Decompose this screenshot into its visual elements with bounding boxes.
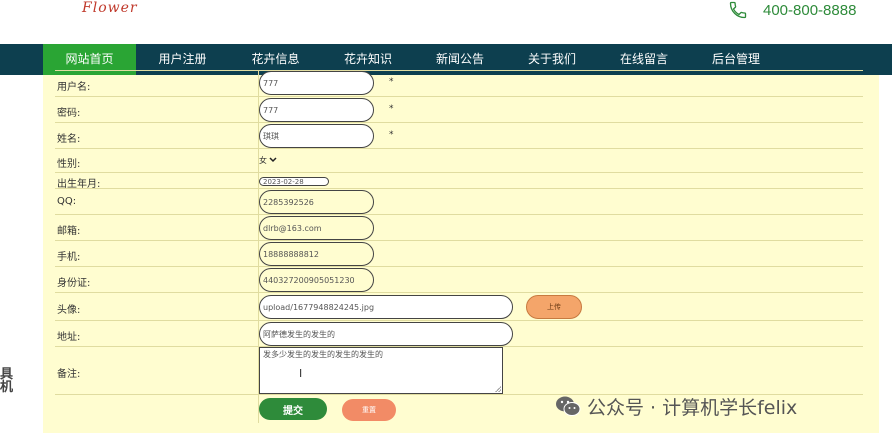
qq-label: QQ: <box>57 196 77 207</box>
watermark: 公众号 · 计算机学长felix <box>555 393 797 419</box>
form-row-qq: QQ: 2285392526 <box>55 188 863 215</box>
gender-value: 女 <box>259 155 267 165</box>
form-row-username: 用户名: 777 * <box>55 70 863 97</box>
form-row-name: 姓名: 琪琪 * <box>55 122 863 149</box>
password-input[interactable]: 777 <box>259 98 374 122</box>
email-input[interactable]: dlrb@163.com <box>259 216 374 240</box>
form-row-avatar: 头像: upload/1677948824245.jpg 上传 <box>55 292 863 321</box>
text-cursor-icon: I <box>299 367 303 380</box>
side-partial-text: 具 机 <box>0 367 14 395</box>
gender-select[interactable]: 女 <box>259 153 285 167</box>
label-cell: 用户名: <box>55 71 259 97</box>
label-cell: 姓名: <box>55 123 259 149</box>
gender-label: 性别: <box>57 159 81 170</box>
birthday-input[interactable]: 2023-02-28 <box>259 177 329 186</box>
username-input[interactable]: 777 <box>259 71 374 95</box>
email-label: 邮箱: <box>57 226 81 237</box>
form-row-remark: 备注: 发多少发生的发生的发生的发生的 I <box>55 346 863 395</box>
label-cell: 邮箱: <box>55 215 259 241</box>
username-label: 用户名: <box>57 82 91 93</box>
label-cell: QQ: <box>55 189 259 215</box>
phone-number: 400-800-8888 <box>763 1 857 19</box>
remark-textarea[interactable]: 发多少发生的发生的发生的发生的 <box>259 347 503 394</box>
address-input[interactable]: 阿萨德发生的发生的 <box>259 322 513 346</box>
mobile-input[interactable]: 18888888812 <box>259 242 374 266</box>
remark-text: 发多少发生的发生的发生的发生的 <box>263 350 383 359</box>
resize-handle-icon[interactable] <box>495 386 501 392</box>
label-cell: 密码: <box>55 97 259 123</box>
mobile-label: 手机: <box>57 252 81 263</box>
label-cell: 备注: <box>55 347 259 395</box>
phone-contact: 400-800-8888 <box>727 0 856 20</box>
label-cell: 头像: <box>55 293 259 321</box>
submit-button[interactable]: 提交 <box>259 398 327 420</box>
name-input[interactable]: 琪琪 <box>259 124 374 148</box>
remark-label: 备注: <box>57 369 81 380</box>
form-row-mobile: 手机: 18888888812 <box>55 240 863 267</box>
site-logo[interactable]: Flower <box>82 0 138 16</box>
label-cell <box>55 395 259 423</box>
form-row-gender: 性别: 女 <box>55 148 863 173</box>
form-row-email: 邮箱: dlrb@163.com <box>55 214 863 241</box>
form-row-idcard: 身份证: 440327200905051230 <box>55 266 863 293</box>
label-cell: 性别: <box>55 149 259 173</box>
label-cell: 地址: <box>55 321 259 347</box>
qq-input[interactable]: 2285392526 <box>259 190 374 214</box>
form-row-address: 地址: 阿萨德发生的发生的 <box>55 320 863 347</box>
reset-button[interactable]: 重置 <box>342 399 396 421</box>
avatar-label: 头像: <box>57 305 81 316</box>
avatar-path-input[interactable]: upload/1677948824245.jpg <box>259 295 513 319</box>
password-label: 密码: <box>57 108 81 119</box>
chevron-down-icon <box>269 157 277 163</box>
phone-icon <box>729 1 747 19</box>
label-cell: 出生年月: <box>55 173 259 190</box>
name-label: 姓名: <box>57 134 81 145</box>
idcard-label: 身份证: <box>57 278 91 289</box>
wechat-icon <box>556 396 581 416</box>
form-row-birthday: 出生年月: 2023-02-28 <box>55 172 863 190</box>
form-row-password: 密码: 777 * <box>55 96 863 123</box>
upload-button[interactable]: 上传 <box>526 295 582 319</box>
idcard-input[interactable]: 440327200905051230 <box>259 268 374 292</box>
required-mark: * <box>389 130 394 140</box>
address-label: 地址: <box>57 332 81 343</box>
watermark-text: 公众号 · 计算机学长felix <box>587 396 798 419</box>
label-cell: 身份证: <box>55 267 259 293</box>
required-mark: * <box>389 77 394 87</box>
label-cell: 手机: <box>55 241 259 267</box>
required-mark: * <box>389 104 394 114</box>
